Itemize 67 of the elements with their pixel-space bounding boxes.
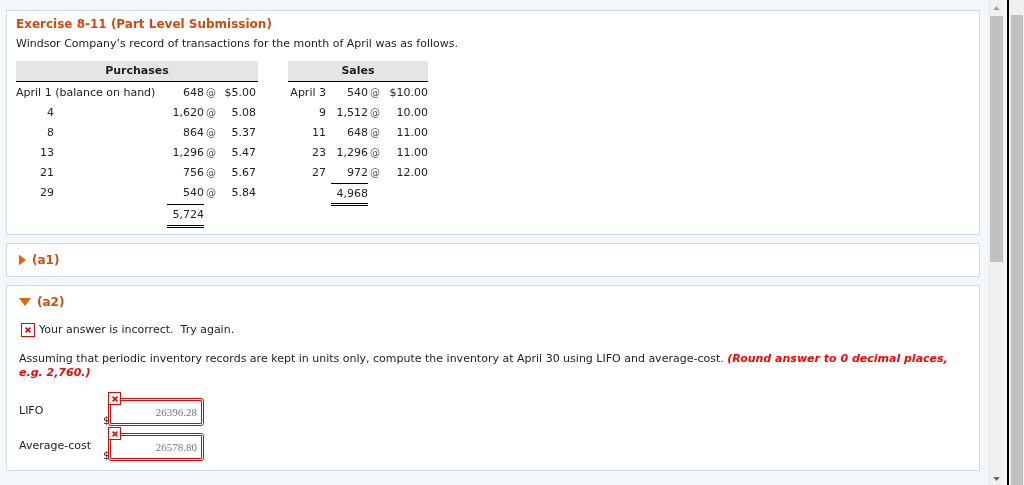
at-sign: @ bbox=[205, 106, 217, 120]
quantity-cell-text: 648 bbox=[182, 86, 204, 100]
at-sign: @ bbox=[369, 126, 381, 140]
quantity-cell-text: 540 bbox=[346, 86, 368, 100]
caret-right-icon bbox=[19, 254, 26, 266]
price-cell-text: 12.00 bbox=[395, 166, 428, 180]
price-cell-text: $5.00 bbox=[223, 86, 256, 100]
date-cell-text: 13 bbox=[39, 146, 54, 160]
quantity-cell-text: 1,296 bbox=[171, 146, 204, 160]
scroll-up-icon[interactable] bbox=[992, 6, 1000, 10]
price-cell-text: 5.08 bbox=[230, 106, 256, 120]
at-sign: @ bbox=[369, 106, 381, 120]
price-cell-text: 10.00 bbox=[395, 106, 428, 120]
total-cell: 5,724 bbox=[167, 204, 204, 228]
total-cell: 4,968 bbox=[331, 183, 368, 206]
incorrect-icon bbox=[108, 427, 121, 440]
purchases-header: Purchases bbox=[16, 61, 258, 82]
answer-field[interactable]: 26396.28 bbox=[108, 398, 204, 426]
at-sign: @ bbox=[205, 146, 217, 160]
part-toggle[interactable]: (a1) bbox=[19, 253, 967, 267]
exercise-title: Exercise 8-11 (Part Level Submission) bbox=[16, 17, 273, 31]
at-sign: @ bbox=[369, 86, 381, 100]
price-cell-text: 5.47 bbox=[230, 146, 256, 160]
incorrect-icon bbox=[21, 323, 35, 337]
date-cell-text: 27 bbox=[311, 166, 326, 180]
quantity-cell-text: 972 bbox=[346, 166, 368, 180]
price-cell-text: 5.37 bbox=[230, 126, 256, 140]
scrollbar[interactable] bbox=[988, 0, 1004, 485]
question-text: Assuming that periodic inventory records are kept in units only, compute the inventory at April 30 using LIFO and average-cost. (Round answer to 0 decimal places, e.g. 2,760.) bbox=[19, 352, 949, 380]
incorrect-icon bbox=[108, 392, 121, 405]
date-cell-text: April 3 bbox=[289, 86, 326, 100]
at-sign: @ bbox=[205, 166, 217, 180]
date-cell-text: 8 bbox=[46, 126, 54, 140]
price-cell-text: 11.00 bbox=[395, 146, 428, 160]
sales-header: Sales bbox=[288, 61, 428, 82]
date-cell-text: 9 bbox=[318, 106, 326, 120]
date-cell-text: 11 bbox=[311, 126, 326, 140]
quantity-cell-text: 648 bbox=[346, 126, 368, 140]
quantity-cell-text: 864 bbox=[182, 126, 204, 140]
quantity-cell-text: 1,512 bbox=[335, 106, 368, 120]
date-cell-text: 4 bbox=[46, 106, 54, 120]
at-sign: @ bbox=[369, 146, 381, 160]
price-cell-text: 11.00 bbox=[395, 126, 428, 140]
answer-label: Average-cost bbox=[19, 438, 92, 453]
date-cell: April 1 (balance on hand) bbox=[16, 86, 156, 100]
quantity-cell-text: 756 bbox=[182, 166, 204, 180]
intro-text: Windsor Company’s record of transactions for the month of April was as follows. bbox=[16, 37, 459, 51]
answer-label: LIFO bbox=[19, 403, 45, 418]
date-cell-text: 29 bbox=[39, 186, 54, 200]
at-sign: @ bbox=[369, 166, 381, 180]
quantity-cell-text: 1,296 bbox=[335, 146, 368, 160]
price-cell-text: 5.67 bbox=[230, 166, 256, 180]
quantity-cell-text: 540 bbox=[182, 186, 204, 200]
feedback-text: Your answer is incorrect. Try again. bbox=[39, 323, 235, 337]
scroll-down-icon[interactable] bbox=[992, 477, 1000, 481]
quantity-cell-text: 1,620 bbox=[171, 106, 204, 120]
answer-field[interactable]: 26578.80 bbox=[108, 433, 204, 461]
at-sign: @ bbox=[205, 126, 217, 140]
date-cell-text: 21 bbox=[39, 166, 54, 180]
at-sign: @ bbox=[205, 86, 217, 100]
price-cell-text: $10.00 bbox=[388, 86, 428, 100]
at-sign: @ bbox=[205, 186, 217, 200]
part-toggle[interactable]: (a2) bbox=[19, 295, 967, 309]
scroll-thumb[interactable] bbox=[989, 16, 1003, 262]
date-cell-text: 23 bbox=[311, 146, 326, 160]
price-cell-text: 5.84 bbox=[230, 186, 256, 200]
caret-down-icon bbox=[19, 298, 31, 306]
